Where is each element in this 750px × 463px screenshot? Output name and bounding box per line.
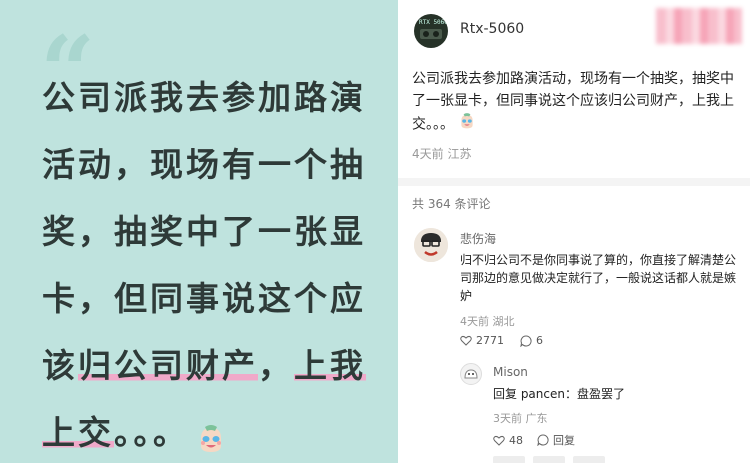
- reply-count: 6: [536, 334, 543, 347]
- comment-meta: 4天前 湖北: [460, 315, 515, 328]
- reply-button-label: 回复: [553, 434, 575, 447]
- quote-line-5-mid: ，: [258, 346, 294, 385]
- quote-highlight-company-property: 归公司财产: [78, 346, 258, 385]
- blurred-follow-button[interactable]: [656, 8, 742, 44]
- quote-highlight-hand-in: 上交: [42, 413, 114, 452]
- quote-line-3: 奖，抽奖中了一张显: [42, 212, 366, 251]
- comment-bubble-icon: [520, 334, 532, 347]
- reply-count-button[interactable]: 6: [520, 334, 543, 347]
- reply-body: 回复 pancen：盘盈罢了: [493, 387, 625, 401]
- reply-avatar[interactable]: [460, 363, 482, 385]
- like-count: 2771: [476, 334, 504, 347]
- post-body: 公司派我去参加路演活动，现场有一个抽奖，抽奖中了一张显卡，但同事说这个应该归公司…: [412, 68, 742, 137]
- quote-highlight-let-me: 上我: [294, 346, 366, 385]
- heart-icon: [493, 435, 505, 446]
- quote-line-4: 卡，但同事说这个应: [42, 279, 366, 318]
- reply-like-count: 48: [509, 433, 523, 447]
- reply-actions: 48 回复: [493, 432, 575, 448]
- reply-meta: 3天前 广东: [493, 412, 548, 425]
- crying-face-emoji-icon: [458, 112, 476, 137]
- section-divider: [398, 178, 750, 186]
- quote-line-2: 活动，现场有一个抽: [42, 145, 366, 184]
- comment-count: 共 364 条评论: [412, 197, 491, 211]
- quote-line-6-post: 。。。: [114, 413, 189, 452]
- commenter-name[interactable]: 悲伤海: [460, 230, 496, 247]
- like-button[interactable]: 2771: [460, 334, 504, 347]
- commenter-avatar[interactable]: [414, 228, 448, 262]
- comment-actions: 2771 6: [460, 334, 543, 347]
- quote-card: “ 公司派我去参加路演 活动，现场有一个抽 奖，抽奖中了一张显 卡，但同事说这个…: [0, 0, 398, 463]
- author-avatar[interactable]: RTX 5060: [414, 14, 448, 48]
- quote-text: 公司派我去参加路演 活动，现场有一个抽 奖，抽奖中了一张显 卡，但同事说这个应 …: [42, 75, 366, 463]
- post-panel: RTX 5060 Rtx-5060 公司派我去参加路演活动，现场有一个抽奖，抽奖…: [398, 0, 750, 463]
- reply-author-name[interactable]: Mison: [493, 365, 528, 379]
- comment-bubble-icon: [537, 434, 549, 446]
- quote-line-5: 该归公司财产，上我: [42, 343, 366, 410]
- truncated-next-row: [493, 456, 605, 463]
- crying-face-emoji-icon: [195, 420, 227, 452]
- post-meta: 4天前 江苏: [412, 147, 472, 161]
- quote-line-6: 上交。。。: [42, 410, 366, 463]
- quote-line-5-pre: 该: [42, 346, 78, 385]
- comment-body: 归不归公司不是你同事说了算的，你直接了解清楚公司那边的意见做决定就行了，一般说这…: [460, 253, 737, 303]
- author-username[interactable]: Rtx-5060: [460, 21, 524, 37]
- reply-like-button[interactable]: 48: [493, 432, 523, 448]
- reply-button[interactable]: 回复: [537, 432, 575, 448]
- quote-line-1: 公司派我去参加路演: [42, 78, 366, 117]
- heart-icon: [460, 335, 472, 346]
